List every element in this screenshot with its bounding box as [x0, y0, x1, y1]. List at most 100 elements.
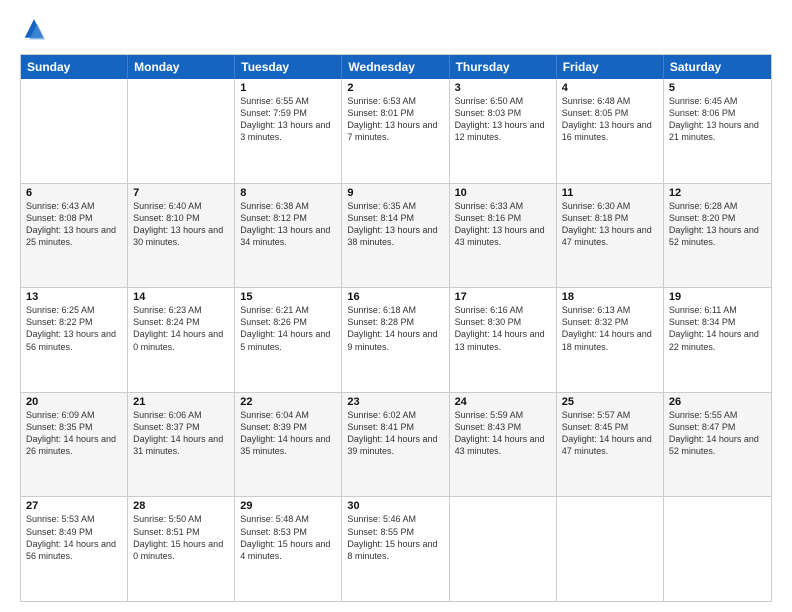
day-info: Sunrise: 6:35 AM Sunset: 8:14 PM Dayligh… — [347, 200, 443, 249]
day-number: 27 — [26, 500, 122, 512]
calendar-header-cell: Sunday — [21, 55, 128, 79]
calendar-header-row: SundayMondayTuesdayWednesdayThursdayFrid… — [21, 55, 771, 79]
day-info: Sunrise: 6:11 AM Sunset: 8:34 PM Dayligh… — [669, 304, 766, 353]
day-number: 20 — [26, 396, 122, 408]
day-info: Sunrise: 6:43 AM Sunset: 8:08 PM Dayligh… — [26, 200, 122, 249]
logo — [20, 16, 52, 44]
calendar-cell — [450, 497, 557, 601]
calendar-header-cell: Wednesday — [342, 55, 449, 79]
page: SundayMondayTuesdayWednesdayThursdayFrid… — [0, 0, 792, 612]
day-info: Sunrise: 6:40 AM Sunset: 8:10 PM Dayligh… — [133, 200, 229, 249]
calendar-cell: 26Sunrise: 5:55 AM Sunset: 8:47 PM Dayli… — [664, 393, 771, 497]
day-number: 3 — [455, 82, 551, 94]
day-number: 8 — [240, 187, 336, 199]
day-number: 5 — [669, 82, 766, 94]
calendar-row: 27Sunrise: 5:53 AM Sunset: 8:49 PM Dayli… — [21, 496, 771, 601]
calendar-header-cell: Monday — [128, 55, 235, 79]
calendar-cell: 25Sunrise: 5:57 AM Sunset: 8:45 PM Dayli… — [557, 393, 664, 497]
calendar-cell: 27Sunrise: 5:53 AM Sunset: 8:49 PM Dayli… — [21, 497, 128, 601]
day-info: Sunrise: 6:28 AM Sunset: 8:20 PM Dayligh… — [669, 200, 766, 249]
day-number: 29 — [240, 500, 336, 512]
day-number: 26 — [669, 396, 766, 408]
day-info: Sunrise: 5:53 AM Sunset: 8:49 PM Dayligh… — [26, 513, 122, 562]
logo-icon — [20, 16, 48, 44]
calendar-cell: 1Sunrise: 6:55 AM Sunset: 7:59 PM Daylig… — [235, 79, 342, 183]
calendar-header-cell: Thursday — [450, 55, 557, 79]
day-number: 2 — [347, 82, 443, 94]
day-info: Sunrise: 6:25 AM Sunset: 8:22 PM Dayligh… — [26, 304, 122, 353]
calendar-cell — [21, 79, 128, 183]
day-number: 18 — [562, 291, 658, 303]
calendar-cell: 15Sunrise: 6:21 AM Sunset: 8:26 PM Dayli… — [235, 288, 342, 392]
day-info: Sunrise: 6:04 AM Sunset: 8:39 PM Dayligh… — [240, 409, 336, 458]
calendar-header-cell: Tuesday — [235, 55, 342, 79]
day-number: 17 — [455, 291, 551, 303]
day-info: Sunrise: 6:33 AM Sunset: 8:16 PM Dayligh… — [455, 200, 551, 249]
day-number: 14 — [133, 291, 229, 303]
calendar: SundayMondayTuesdayWednesdayThursdayFrid… — [20, 54, 772, 602]
day-number: 7 — [133, 187, 229, 199]
day-info: Sunrise: 6:02 AM Sunset: 8:41 PM Dayligh… — [347, 409, 443, 458]
day-number: 4 — [562, 82, 658, 94]
calendar-cell — [557, 497, 664, 601]
calendar-cell — [128, 79, 235, 183]
calendar-cell: 18Sunrise: 6:13 AM Sunset: 8:32 PM Dayli… — [557, 288, 664, 392]
day-number: 11 — [562, 187, 658, 199]
calendar-cell: 29Sunrise: 5:48 AM Sunset: 8:53 PM Dayli… — [235, 497, 342, 601]
day-number: 24 — [455, 396, 551, 408]
calendar-cell: 28Sunrise: 5:50 AM Sunset: 8:51 PM Dayli… — [128, 497, 235, 601]
calendar-cell: 13Sunrise: 6:25 AM Sunset: 8:22 PM Dayli… — [21, 288, 128, 392]
calendar-row: 13Sunrise: 6:25 AM Sunset: 8:22 PM Dayli… — [21, 287, 771, 392]
day-info: Sunrise: 6:55 AM Sunset: 7:59 PM Dayligh… — [240, 95, 336, 144]
calendar-cell: 6Sunrise: 6:43 AM Sunset: 8:08 PM Daylig… — [21, 184, 128, 288]
calendar-cell: 21Sunrise: 6:06 AM Sunset: 8:37 PM Dayli… — [128, 393, 235, 497]
header — [20, 16, 772, 44]
calendar-cell: 24Sunrise: 5:59 AM Sunset: 8:43 PM Dayli… — [450, 393, 557, 497]
calendar-body: 1Sunrise: 6:55 AM Sunset: 7:59 PM Daylig… — [21, 79, 771, 601]
day-info: Sunrise: 6:53 AM Sunset: 8:01 PM Dayligh… — [347, 95, 443, 144]
day-info: Sunrise: 6:48 AM Sunset: 8:05 PM Dayligh… — [562, 95, 658, 144]
day-info: Sunrise: 5:48 AM Sunset: 8:53 PM Dayligh… — [240, 513, 336, 562]
calendar-cell: 12Sunrise: 6:28 AM Sunset: 8:20 PM Dayli… — [664, 184, 771, 288]
day-number: 23 — [347, 396, 443, 408]
day-number: 9 — [347, 187, 443, 199]
day-info: Sunrise: 5:55 AM Sunset: 8:47 PM Dayligh… — [669, 409, 766, 458]
calendar-cell — [664, 497, 771, 601]
day-number: 25 — [562, 396, 658, 408]
day-info: Sunrise: 6:21 AM Sunset: 8:26 PM Dayligh… — [240, 304, 336, 353]
day-info: Sunrise: 6:18 AM Sunset: 8:28 PM Dayligh… — [347, 304, 443, 353]
calendar-cell: 3Sunrise: 6:50 AM Sunset: 8:03 PM Daylig… — [450, 79, 557, 183]
day-number: 15 — [240, 291, 336, 303]
day-info: Sunrise: 6:50 AM Sunset: 8:03 PM Dayligh… — [455, 95, 551, 144]
calendar-cell: 10Sunrise: 6:33 AM Sunset: 8:16 PM Dayli… — [450, 184, 557, 288]
day-number: 22 — [240, 396, 336, 408]
day-info: Sunrise: 5:46 AM Sunset: 8:55 PM Dayligh… — [347, 513, 443, 562]
day-info: Sunrise: 6:23 AM Sunset: 8:24 PM Dayligh… — [133, 304, 229, 353]
day-number: 6 — [26, 187, 122, 199]
calendar-cell: 17Sunrise: 6:16 AM Sunset: 8:30 PM Dayli… — [450, 288, 557, 392]
calendar-row: 1Sunrise: 6:55 AM Sunset: 7:59 PM Daylig… — [21, 79, 771, 183]
calendar-cell: 4Sunrise: 6:48 AM Sunset: 8:05 PM Daylig… — [557, 79, 664, 183]
calendar-cell: 23Sunrise: 6:02 AM Sunset: 8:41 PM Dayli… — [342, 393, 449, 497]
day-info: Sunrise: 6:38 AM Sunset: 8:12 PM Dayligh… — [240, 200, 336, 249]
calendar-row: 6Sunrise: 6:43 AM Sunset: 8:08 PM Daylig… — [21, 183, 771, 288]
day-info: Sunrise: 6:13 AM Sunset: 8:32 PM Dayligh… — [562, 304, 658, 353]
day-number: 1 — [240, 82, 336, 94]
day-info: Sunrise: 5:59 AM Sunset: 8:43 PM Dayligh… — [455, 409, 551, 458]
calendar-cell: 9Sunrise: 6:35 AM Sunset: 8:14 PM Daylig… — [342, 184, 449, 288]
day-number: 21 — [133, 396, 229, 408]
day-number: 30 — [347, 500, 443, 512]
calendar-cell: 30Sunrise: 5:46 AM Sunset: 8:55 PM Dayli… — [342, 497, 449, 601]
day-info: Sunrise: 6:06 AM Sunset: 8:37 PM Dayligh… — [133, 409, 229, 458]
calendar-cell: 8Sunrise: 6:38 AM Sunset: 8:12 PM Daylig… — [235, 184, 342, 288]
calendar-cell: 19Sunrise: 6:11 AM Sunset: 8:34 PM Dayli… — [664, 288, 771, 392]
day-number: 12 — [669, 187, 766, 199]
calendar-cell: 5Sunrise: 6:45 AM Sunset: 8:06 PM Daylig… — [664, 79, 771, 183]
day-number: 10 — [455, 187, 551, 199]
calendar-row: 20Sunrise: 6:09 AM Sunset: 8:35 PM Dayli… — [21, 392, 771, 497]
calendar-cell: 20Sunrise: 6:09 AM Sunset: 8:35 PM Dayli… — [21, 393, 128, 497]
calendar-cell: 7Sunrise: 6:40 AM Sunset: 8:10 PM Daylig… — [128, 184, 235, 288]
calendar-header-cell: Friday — [557, 55, 664, 79]
day-number: 13 — [26, 291, 122, 303]
calendar-header-cell: Saturday — [664, 55, 771, 79]
